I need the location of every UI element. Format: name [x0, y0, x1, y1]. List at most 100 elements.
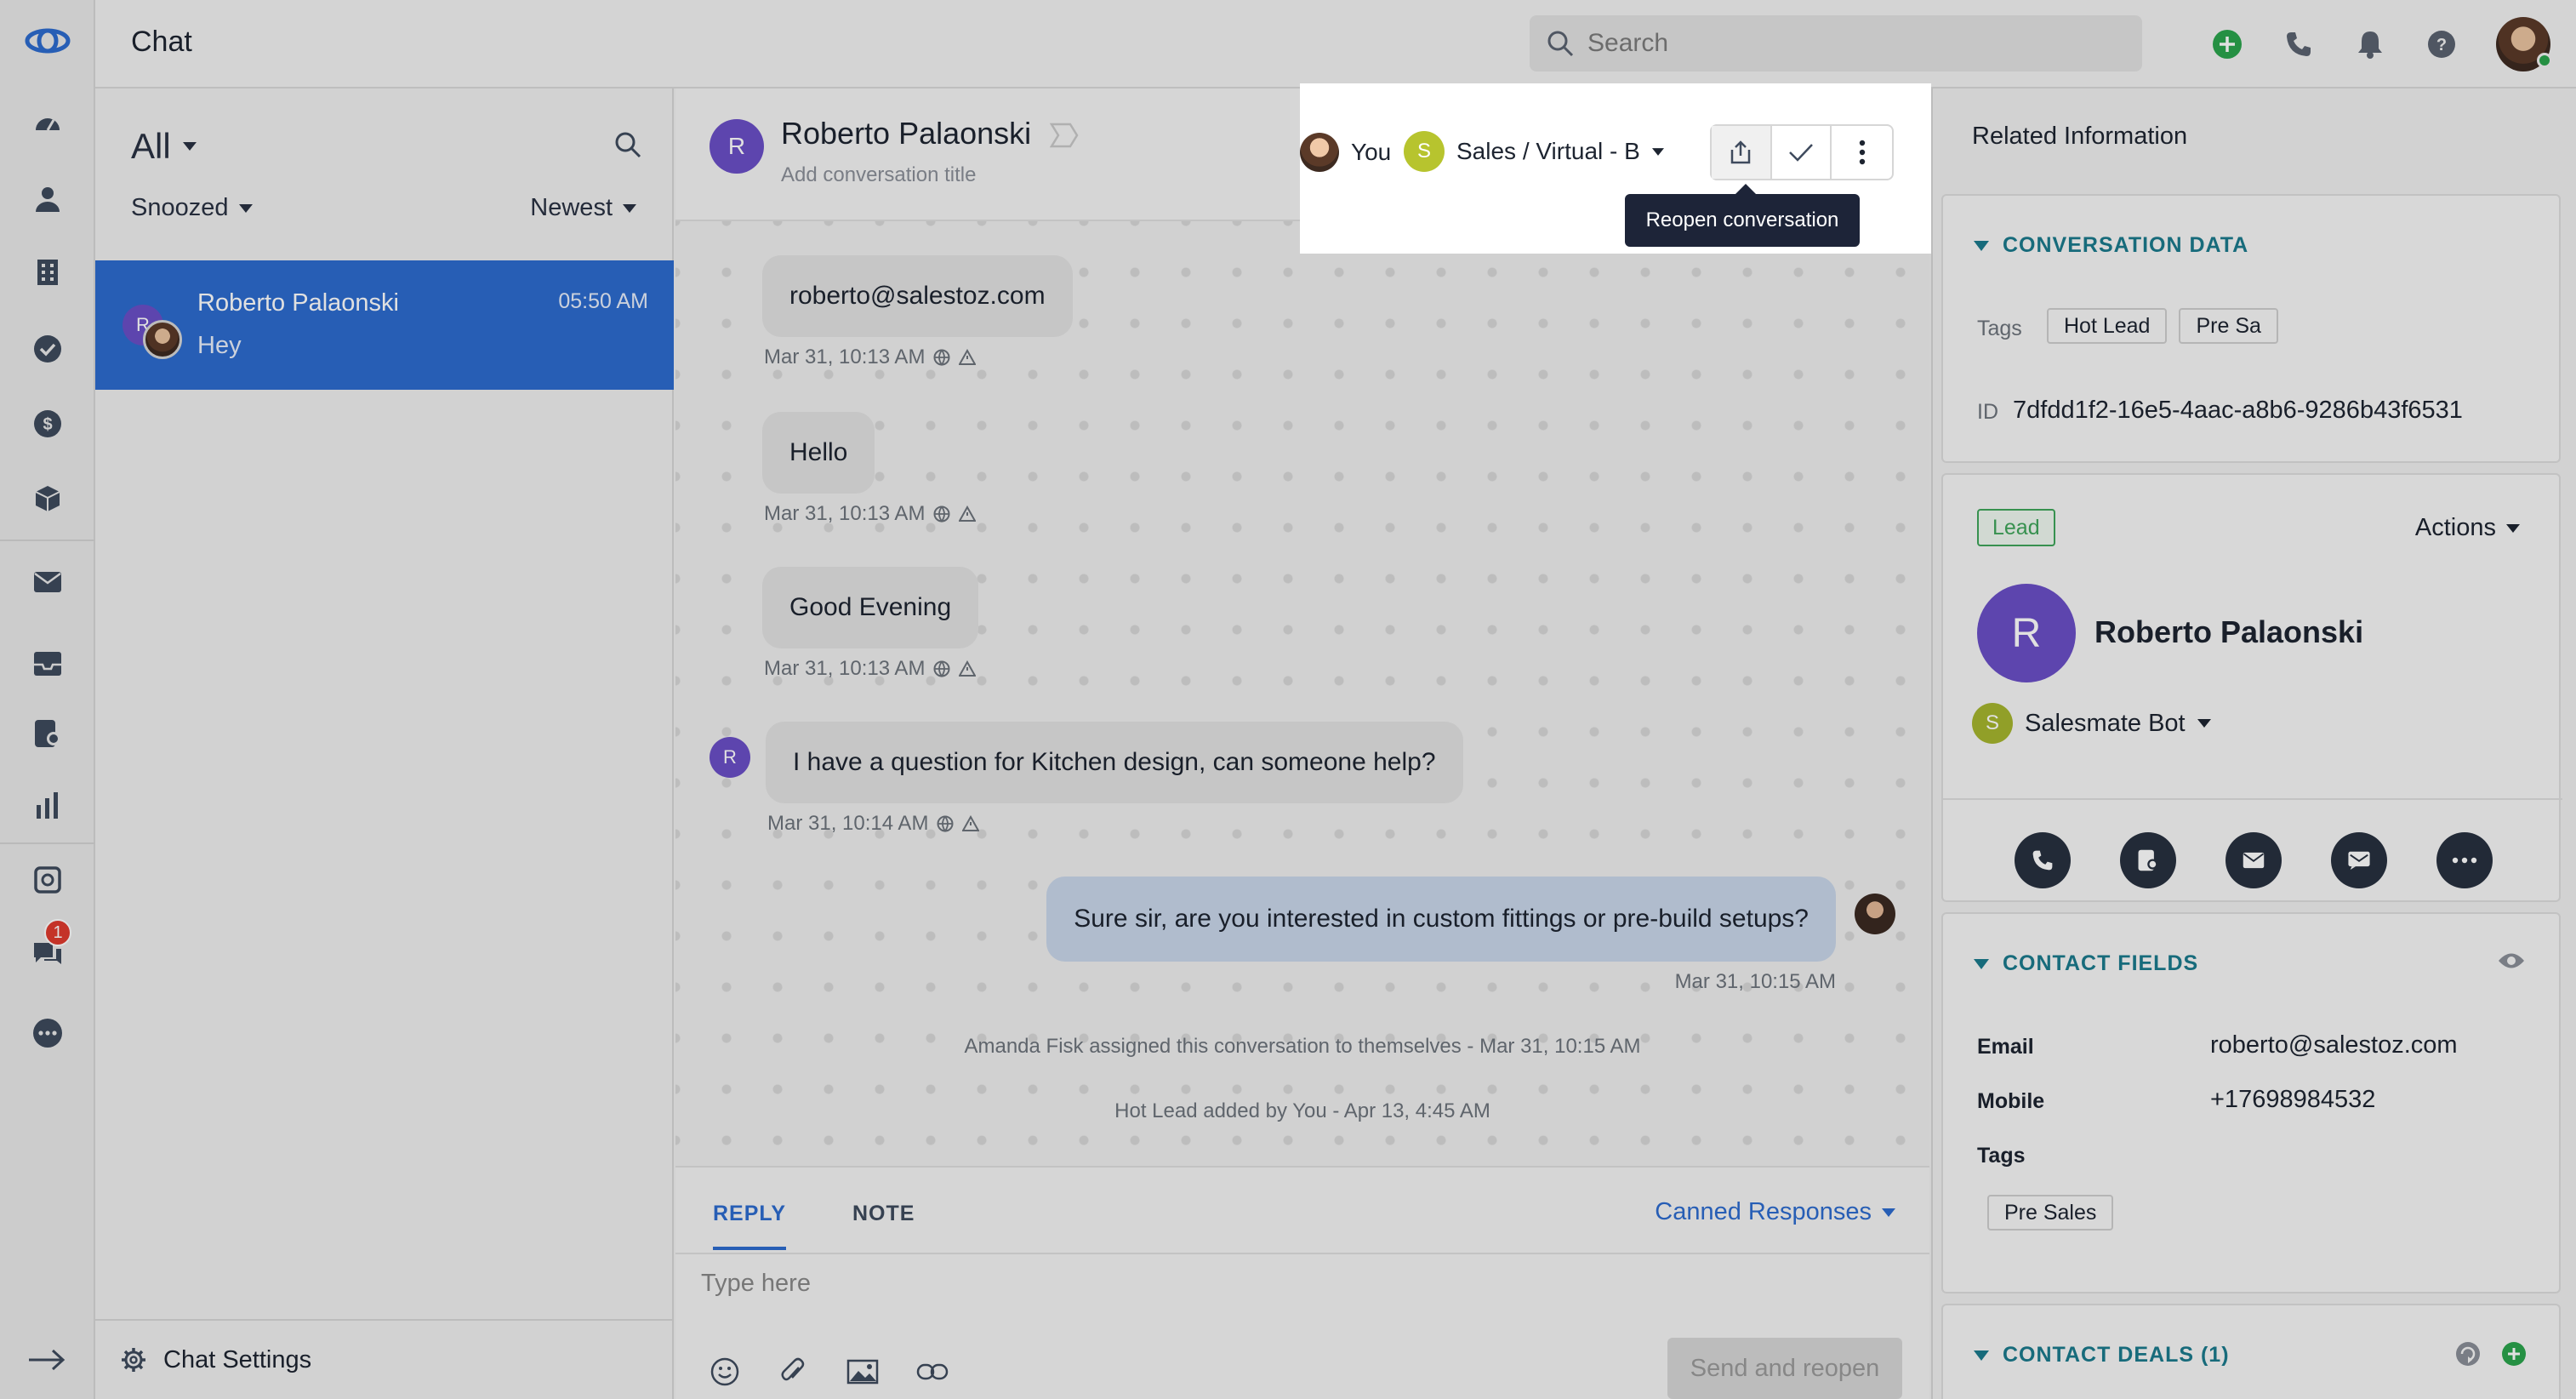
- send-email-button[interactable]: [2226, 832, 2282, 888]
- actions-label: Actions: [2414, 514, 2496, 541]
- contact-deals-card: CONTACT DEALS (1): [1941, 1304, 2561, 1399]
- more-actions-button[interactable]: [2436, 832, 2493, 888]
- globe-icon: [933, 505, 950, 522]
- online-status-dot: [2537, 53, 2552, 68]
- expand-arrow-icon[interactable]: [26, 1343, 68, 1377]
- search-input[interactable]: [1587, 29, 2098, 58]
- message-time: Mar 31, 10:14 AM: [767, 812, 929, 835]
- actions-dropdown[interactable]: Actions: [2415, 514, 2520, 542]
- conversation-data-toggle[interactable]: CONVERSATION DATA: [1974, 233, 2248, 258]
- phone-icon: [2032, 850, 2053, 871]
- global-search[interactable]: [1530, 15, 2142, 71]
- app-title: Chat: [131, 26, 192, 58]
- link-icon[interactable]: [915, 1355, 949, 1389]
- chat-panel: R Roberto Palaonski Add conversation tit…: [675, 89, 1929, 1399]
- conversation-data-card: CONVERSATION DATA Tags Hot Lead Pre Sa I…: [1941, 194, 2561, 463]
- message-bubble: roberto@salestoz.com: [762, 255, 1073, 337]
- contact-name-link[interactable]: Roberto Palaonski: [2094, 614, 2363, 650]
- snoozed-dropdown[interactable]: Snoozed: [131, 194, 253, 222]
- more-options-button[interactable]: [1832, 126, 1892, 179]
- resolve-button[interactable]: [1772, 126, 1832, 179]
- contacts-icon[interactable]: [31, 182, 65, 216]
- tag-chip[interactable]: Hot Lead: [2047, 308, 2168, 344]
- conversation-preview: Hey: [197, 332, 242, 359]
- inbox-icon[interactable]: [31, 647, 65, 681]
- calls-icon[interactable]: [31, 717, 65, 751]
- conversation-name: Roberto Palaonski: [197, 289, 399, 317]
- globe-icon: [933, 349, 950, 366]
- help-icon[interactable]: ?: [2425, 27, 2459, 61]
- phone-icon[interactable]: [2282, 27, 2316, 61]
- contact-large-avatar: R: [1977, 584, 2076, 682]
- eye-icon[interactable]: [2498, 951, 2525, 970]
- assignee-selector[interactable]: You: [1300, 133, 1391, 172]
- caret-down-icon: [623, 203, 636, 213]
- contact-name[interactable]: Roberto Palaonski: [781, 116, 1031, 151]
- contact-fields-toggle[interactable]: CONTACT FIELDS: [1974, 951, 2198, 976]
- message-input[interactable]: [701, 1270, 1892, 1298]
- message-bubble: I have a question for Kitchen design, ca…: [766, 722, 1463, 803]
- attachment-icon[interactable]: [776, 1355, 810, 1389]
- automation-icon[interactable]: [31, 863, 65, 897]
- tag-chip[interactable]: Pre Sales: [1987, 1195, 2114, 1231]
- chat-settings-button[interactable]: Chat Settings: [95, 1319, 674, 1399]
- email-field-value[interactable]: roberto@salestoz.com: [2210, 1031, 2458, 1059]
- filter-label: All: [131, 126, 171, 166]
- conversation-id: 7dfdd1f2-16e5-4aac-a8b6-9286b43f6531: [2013, 397, 2463, 424]
- list-search-icon[interactable]: [614, 131, 641, 158]
- reports-icon[interactable]: [31, 788, 65, 822]
- conversation-action-buttons: [1710, 124, 1894, 180]
- notifications-icon[interactable]: [2353, 27, 2387, 61]
- send-and-reopen-button[interactable]: Send and reopen: [1667, 1338, 1902, 1399]
- deals-icon[interactable]: $: [31, 407, 65, 441]
- logo-icon[interactable]: [24, 24, 71, 58]
- team-selector[interactable]: S Sales / Virtual - B: [1404, 131, 1664, 172]
- reopen-conversation-button[interactable]: [1712, 126, 1772, 179]
- emoji-icon[interactable]: [708, 1355, 742, 1389]
- canned-responses-dropdown[interactable]: Canned Responses: [1655, 1198, 1895, 1226]
- image-icon[interactable]: [846, 1355, 880, 1389]
- companies-icon[interactable]: [31, 255, 65, 289]
- sort-dropdown[interactable]: Newest: [530, 194, 636, 222]
- chat-unread-badge: 1: [44, 919, 71, 946]
- conversation-title-input[interactable]: Add conversation title: [781, 163, 976, 187]
- email-icon[interactable]: [31, 565, 65, 599]
- contact-fields-card: CONTACT FIELDS Email roberto@salestoz.co…: [1941, 912, 2561, 1293]
- caret-down-icon: [2506, 523, 2520, 533]
- label-tag-icon[interactable]: [1050, 123, 1079, 148]
- related-info-title: Related Information: [1972, 123, 2188, 150]
- tag-chip[interactable]: Pre Sa: [2179, 308, 2278, 344]
- mobile-field-value[interactable]: +17698984532: [2210, 1086, 2375, 1114]
- warning-icon: [959, 660, 977, 677]
- message-bubble: Good Evening: [762, 567, 979, 648]
- message-meta: Mar 31, 10:13 AM: [764, 345, 977, 369]
- warning-icon: [959, 505, 977, 522]
- more-icon[interactable]: [31, 1016, 65, 1050]
- log-call-button[interactable]: [2120, 832, 2176, 888]
- tab-note[interactable]: NOTE: [852, 1202, 915, 1226]
- tab-reply[interactable]: REPLY: [713, 1202, 787, 1250]
- products-icon[interactable]: [31, 482, 65, 516]
- svg-text:?: ?: [2436, 36, 2447, 54]
- agent-avatar: [1855, 894, 1895, 934]
- message-time: Mar 31, 10:13 AM: [764, 657, 926, 680]
- filter-dropdown[interactable]: All: [131, 126, 197, 167]
- add-deal-icon[interactable]: [2501, 1341, 2527, 1367]
- tasks-icon[interactable]: [31, 332, 65, 366]
- contact-deals-toggle[interactable]: CONTACT DEALS (1): [1974, 1343, 2230, 1368]
- email-field-label: Email: [1977, 1035, 2034, 1059]
- owner-dropdown[interactable]: S Salesmate Bot: [1972, 703, 2211, 744]
- add-icon[interactable]: [2210, 27, 2244, 61]
- refresh-icon[interactable]: [2455, 1341, 2481, 1367]
- send-text-button[interactable]: [2331, 832, 2387, 888]
- top-bar: Chat ?: [95, 0, 2576, 89]
- call-button[interactable]: [2015, 832, 2071, 888]
- conversation-item[interactable]: R Roberto Palaonski 05:50 AM Hey: [95, 260, 674, 390]
- owner-avatar: S: [1972, 703, 2013, 744]
- conversation-list-panel: All Snoozed Newest R Roberto Palaonski 0…: [95, 89, 674, 1399]
- caret-down-icon: [1974, 958, 1989, 969]
- message-time: Mar 31, 10:15 AM: [1674, 970, 1836, 993]
- message-meta: Mar 31, 10:14 AM: [767, 812, 980, 836]
- system-event: Amanda Fisk assigned this conversation t…: [964, 1035, 1641, 1058]
- dashboard-icon[interactable]: [31, 107, 65, 141]
